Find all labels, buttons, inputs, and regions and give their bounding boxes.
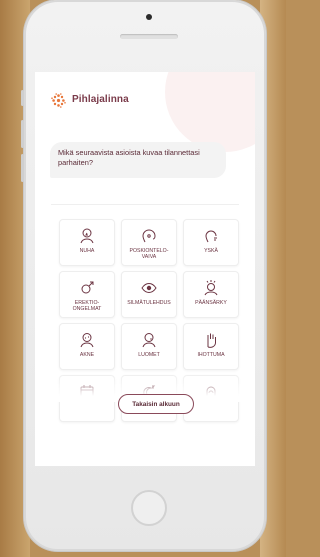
divider xyxy=(51,204,239,205)
question-bubble: Mikä seuraavista asioista kuvaa tilannet… xyxy=(50,142,226,178)
symptom-label: SILMÄTULEHDUS xyxy=(127,300,171,306)
back-to-start-button[interactable]: Takaisin alkuun xyxy=(118,394,194,414)
earpiece-speaker xyxy=(120,34,178,39)
front-camera xyxy=(146,14,152,20)
symptom-label: LUOMET xyxy=(138,352,160,358)
headache-icon xyxy=(204,280,218,296)
app-screen: Pihlajalinna Mikä seuraavista asioista k… xyxy=(35,72,255,466)
eye-icon xyxy=(141,282,157,294)
volume-down-button xyxy=(21,154,24,182)
acne-person-icon xyxy=(80,333,94,348)
nose-person-icon xyxy=(80,228,94,244)
symptom-yska[interactable]: YSKÄ xyxy=(183,219,239,266)
symptom-luomet[interactable]: LUOMET xyxy=(121,323,177,370)
decorative-circle xyxy=(165,72,255,152)
head-sinus-icon xyxy=(142,229,156,243)
symptom-nuha[interactable]: NUHA xyxy=(59,219,115,266)
symptom-label: POSKIONTELO-VAIVA xyxy=(129,248,169,260)
hand-rash-icon xyxy=(207,333,216,348)
symptom-silmatulehdus[interactable]: SILMÄTULEHDUS xyxy=(121,271,177,318)
symptom-label: PÄÄNSÄRKY xyxy=(195,300,227,306)
symptom-erektio-ongelmat[interactable]: EREKTIO-ONGELMAT xyxy=(59,271,115,318)
cough-icon xyxy=(205,230,217,243)
symptom-ihottuma[interactable]: IHOTTUMA xyxy=(183,323,239,370)
symptom-akne[interactable]: AKNE xyxy=(59,323,115,370)
home-button[interactable] xyxy=(131,490,167,526)
symptom-label: AKNE xyxy=(79,352,95,358)
symptom-label: NUHA xyxy=(79,248,95,254)
brand-name: Pihlajalinna xyxy=(72,94,129,105)
pihlajalinna-logo-icon xyxy=(51,93,66,108)
symptom-label: IHOTTUMA xyxy=(197,352,225,358)
symptom-paansarky[interactable]: PÄÄNSÄRKY xyxy=(183,271,239,318)
symptom-poskiontelovaiva[interactable]: POSKIONTELO-VAIVA xyxy=(121,219,177,266)
volume-up-button xyxy=(21,120,24,148)
mute-switch xyxy=(21,90,24,106)
mole-person-icon xyxy=(142,333,156,348)
symptom-label: EREKTIO-ONGELMAT xyxy=(72,300,102,312)
symptom-label: YSKÄ xyxy=(204,248,218,254)
symptom-grid: NUHA POSKIONTELO-VAIVA YSKÄ EREKTIO-ONGE… xyxy=(59,219,239,422)
gender-symbol-icon xyxy=(81,281,94,294)
